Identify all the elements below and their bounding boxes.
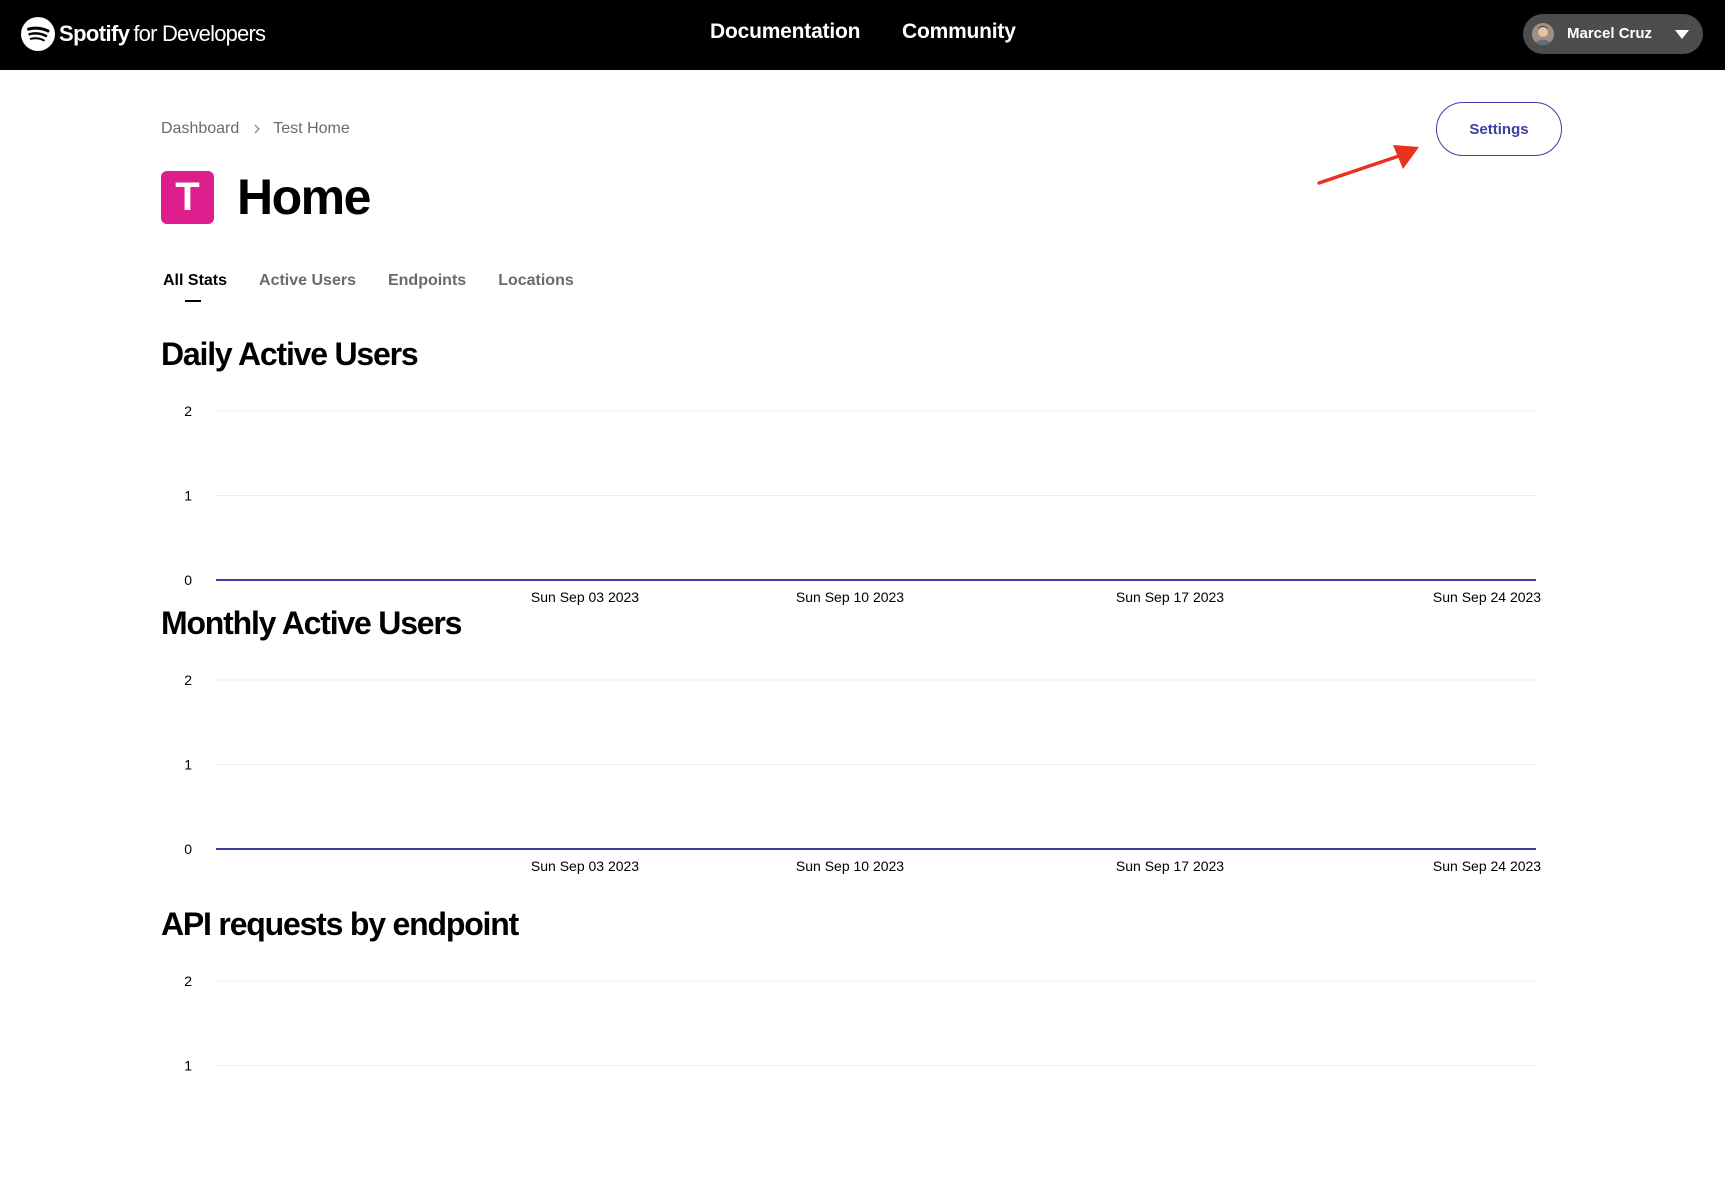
nav-documentation-link[interactable]: Documentation <box>710 20 860 44</box>
daily-active-users-title: Daily Active Users <box>161 336 419 372</box>
active-tab-indicator <box>185 300 201 302</box>
settings-button[interactable]: Settings <box>1436 102 1562 156</box>
y-tick-label: 0 <box>184 841 192 857</box>
user-menu-button[interactable]: Marcel Cruz <box>1523 14 1703 54</box>
breadcrumb-dashboard-link[interactable]: Dashboard <box>161 120 239 138</box>
spotify-for-developers-logo[interactable]: Spotify for Developers <box>21 16 266 52</box>
tab-endpoints[interactable]: Endpoints <box>388 272 466 290</box>
monthly-active-users-title: Monthly Active Users <box>161 605 462 641</box>
chevron-right-icon <box>254 124 261 134</box>
user-name: Marcel Cruz <box>1567 25 1653 42</box>
x-tick-label: Sun Sep 24 2023 <box>1433 589 1541 605</box>
y-tick-label: 2 <box>184 973 192 989</box>
app-icon: T <box>161 171 214 224</box>
tab-all-stats[interactable]: All Stats <box>163 272 228 302</box>
breadcrumb-current: Test Home <box>273 120 350 137</box>
y-tick-label: 0 <box>184 572 192 588</box>
breadcrumb: Dashboard Test Home <box>161 120 350 138</box>
api-requests-chart: 12 <box>150 970 1550 1180</box>
api-requests-svg: 12 <box>184 973 1536 1074</box>
brand-name: Spotify <box>59 21 130 46</box>
stats-tabs: All Stats Active Users Endpoints Locatio… <box>163 272 606 302</box>
daily-active-users-svg: 0 1 2 Sun Sep 03 2023 Sun Sep 10 2023 Sun Sep… <box>184 403 1541 605</box>
daily-active-users-chart: 0 1 2 Sun Sep 03 2023 Sun Sep 10 2023 Sun Sep… <box>150 400 1550 610</box>
tab-locations[interactable]: Locations <box>498 272 574 290</box>
monthly-active-users-svg: 0 1 2 Sun Sep 03 2023 Sun Sep 10 2023 Sun Sep… <box>184 672 1541 874</box>
y-tick-label: 2 <box>184 403 192 419</box>
monthly-active-users-chart: 0 1 2 Sun Sep 03 2023 Sun Sep 10 2023 Sun Sep… <box>150 669 1550 879</box>
tab-label: Active Users <box>259 272 356 289</box>
x-tick-label: Sun Sep 10 2023 <box>796 589 904 605</box>
x-tick-label: Sun Sep 17 2023 <box>1116 589 1224 605</box>
x-tick-label: Sun Sep 17 2023 <box>1116 858 1224 874</box>
tab-label: All Stats <box>163 272 228 289</box>
y-tick-label: 1 <box>184 488 192 504</box>
avatar <box>1532 23 1554 45</box>
tab-label: Endpoints <box>387 272 467 289</box>
page-title: Home <box>237 169 371 225</box>
x-tick-label: Sun Sep 03 2023 <box>531 589 639 605</box>
top-navbar: Spotify for Developers Documentation Com… <box>0 0 1725 70</box>
y-tick-label: 1 <box>184 757 192 773</box>
y-tick-label: 2 <box>184 672 192 688</box>
x-tick-label: Sun Sep 24 2023 <box>1433 858 1541 874</box>
x-tick-label: Sun Sep 10 2023 <box>796 858 904 874</box>
y-tick-label: 1 <box>184 1058 192 1074</box>
annotation-arrow-icon <box>1317 145 1419 185</box>
spotify-logo-icon <box>21 17 55 51</box>
tab-label: Locations <box>498 272 574 289</box>
x-tick-label: Sun Sep 03 2023 <box>531 858 639 874</box>
api-requests-title: API requests by endpoint <box>161 906 519 942</box>
tab-active-users[interactable]: Active Users <box>259 272 356 290</box>
nav-community-link[interactable]: Community <box>902 20 1016 44</box>
brand-subtitle: for Developers <box>133 21 266 46</box>
chevron-down-icon <box>1675 30 1689 39</box>
